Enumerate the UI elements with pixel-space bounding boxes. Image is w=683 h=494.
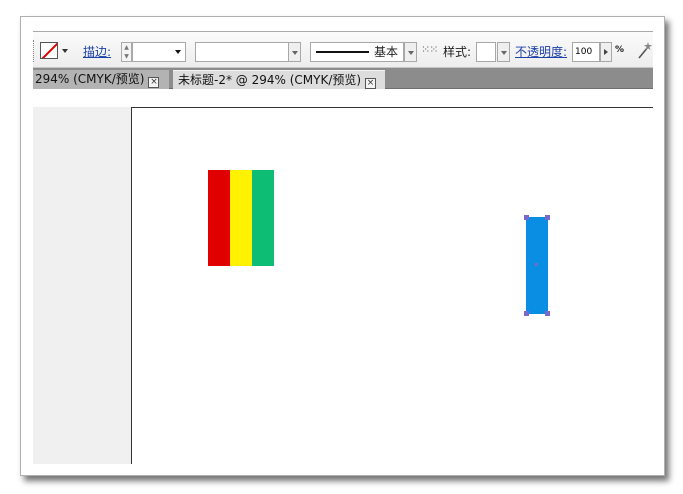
control-bar: 描边: ▲ ▼ 基本 ⁙⁙ 样式: 不透明度: 100 % bbox=[33, 31, 653, 68]
transform-options-icon[interactable]: ⁙⁙ bbox=[421, 43, 438, 56]
opacity-unit: % bbox=[615, 45, 625, 55]
document-tab[interactable]: 294% (CMYK/预览) × bbox=[33, 70, 169, 89]
graphic-style-swatch[interactable] bbox=[476, 42, 496, 62]
stroke-weight-stepper[interactable]: ▲ ▼ bbox=[121, 42, 132, 62]
document-tab-label: 未标题-2* @ 294% (CMYK/预览) bbox=[178, 73, 362, 87]
fill-dropdown-icon[interactable] bbox=[62, 49, 68, 53]
brush-dropdown[interactable] bbox=[404, 42, 417, 62]
document-tab-bar: 294% (CMYK/预览) × 未标题-2* @ 294% (CMYK/预览) × bbox=[33, 68, 653, 89]
selection-handle[interactable] bbox=[545, 311, 550, 316]
tricolor-stripes-group[interactable] bbox=[208, 170, 274, 266]
close-icon[interactable]: × bbox=[148, 77, 160, 88]
document-tab-label: 294% (CMYK/预览) bbox=[35, 72, 145, 86]
selection-handle[interactable] bbox=[524, 311, 529, 316]
opacity-label[interactable]: 不透明度: bbox=[515, 43, 567, 60]
stroke-weight-dropdown-icon[interactable] bbox=[175, 50, 181, 54]
no-fill-swatch-icon[interactable] bbox=[40, 42, 58, 59]
opacity-flyout-button[interactable] bbox=[600, 42, 612, 62]
selected-blue-rectangle[interactable] bbox=[524, 215, 550, 316]
artboard[interactable] bbox=[131, 107, 653, 464]
close-icon[interactable]: × bbox=[365, 78, 377, 89]
stroke-label[interactable]: 描边: bbox=[83, 43, 111, 60]
screenshot-frame: 描边: ▲ ▼ 基本 ⁙⁙ 样式: 不透明度: 100 % 294% (CMYK… bbox=[20, 16, 665, 476]
variable-width-input[interactable] bbox=[195, 42, 289, 62]
green-stripe[interactable] bbox=[252, 170, 274, 266]
center-point bbox=[535, 263, 538, 266]
red-stripe[interactable] bbox=[208, 170, 230, 266]
selection-handle[interactable] bbox=[524, 215, 529, 220]
control-bar-grip[interactable] bbox=[33, 40, 35, 62]
pasteboard[interactable] bbox=[33, 89, 653, 464]
style-label: 样式: bbox=[443, 45, 472, 59]
selection-handle[interactable] bbox=[545, 215, 550, 220]
brush-profile-label: 基本 bbox=[374, 45, 399, 59]
stroke-profile-preview bbox=[316, 51, 369, 53]
canvas-top-strip bbox=[33, 89, 653, 107]
yellow-stripe[interactable] bbox=[230, 170, 252, 266]
illustrator-window: 描边: ▲ ▼ 基本 ⁙⁙ 样式: 不透明度: 100 % 294% (CMYK… bbox=[33, 31, 653, 464]
graphic-style-dropdown[interactable] bbox=[497, 42, 510, 62]
variable-width-dropdown[interactable] bbox=[288, 42, 301, 62]
document-tab-active[interactable]: 未标题-2* @ 294% (CMYK/预览) × bbox=[173, 70, 385, 89]
wand-icon[interactable] bbox=[636, 41, 653, 61]
opacity-input[interactable]: 100 bbox=[572, 42, 600, 62]
